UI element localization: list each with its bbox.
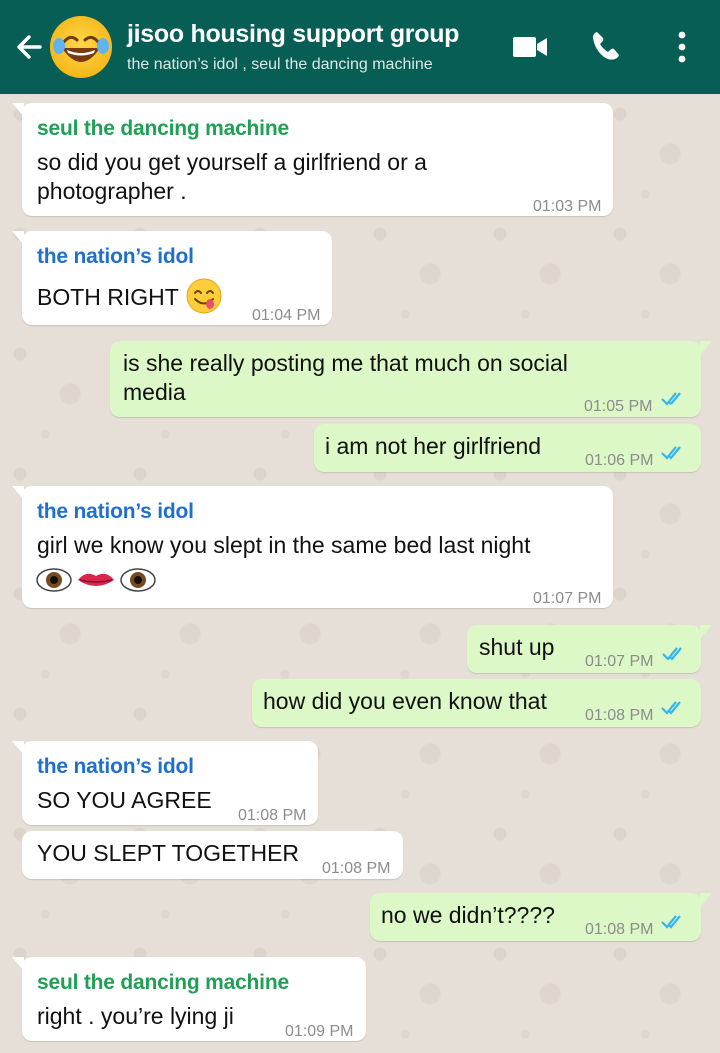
- message-timestamp: 01:08 PM: [585, 921, 654, 938]
- sender-name: the nation’s idol: [37, 245, 194, 268]
- phone-icon[interactable]: [590, 30, 622, 62]
- outgoing-message[interactable]: how did you even know that 01:08 PM: [252, 679, 701, 727]
- message-timestamp: 01:08 PM: [238, 807, 307, 824]
- outgoing-message[interactable]: shut up 01:07 PM: [467, 625, 712, 673]
- sender-name: seul the dancing machine: [37, 117, 289, 140]
- sender-name: the nation’s idol: [37, 755, 194, 778]
- message-text: YOU SLEPT TOGETHER: [37, 840, 300, 866]
- incoming-message[interactable]: the nation’s idol BOTH RIGHT 01:04 PM: [12, 231, 332, 325]
- message-text: no we didn’t????: [381, 902, 555, 928]
- back-arrow-icon[interactable]: [10, 28, 48, 66]
- sender-name: seul the dancing machine: [37, 971, 289, 994]
- message-text: how did you even know that: [263, 688, 547, 714]
- incoming-message[interactable]: seul the dancing machine so did you get …: [12, 103, 613, 216]
- message-text: right . you’re lying ji: [37, 1003, 234, 1029]
- message-timestamp: 01:04 PM: [252, 307, 321, 324]
- incoming-message[interactable]: YOU SLEPT TOGETHER 01:08 PM: [22, 831, 403, 879]
- incoming-message[interactable]: the nation’s idol SO YOU AGREE 01:08 PM: [12, 741, 318, 825]
- outgoing-message[interactable]: no we didn’t???? 01:08 PM: [370, 893, 712, 941]
- message-timestamp: 01:07 PM: [585, 653, 654, 670]
- outgoing-message[interactable]: i am not her girlfriend 01:06 PM: [314, 424, 701, 472]
- read-receipt-icon: [661, 390, 684, 406]
- chat-header: jisoo housing support group the nation’s…: [0, 0, 720, 94]
- message-timestamp: 01:07 PM: [533, 590, 602, 607]
- incoming-message[interactable]: seul the dancing machine right . you’re …: [12, 957, 366, 1041]
- message-timestamp: 01:09 PM: [285, 1023, 354, 1040]
- read-receipt-icon: [661, 446, 681, 460]
- laughing-face-emoji: [53, 35, 109, 62]
- message-timestamp: 01:03 PM: [533, 198, 602, 215]
- message-text: photographer .: [37, 178, 187, 204]
- message-timestamp: 01:06 PM: [585, 452, 654, 469]
- more-options-icon[interactable]: [676, 30, 688, 64]
- chat-participants[interactable]: the nation’s idol , seul the dancing mac…: [127, 56, 433, 74]
- read-receipt-icon: [661, 915, 681, 929]
- incoming-message[interactable]: the nation’s idol girl we know you slept…: [12, 486, 613, 608]
- message-text: girl we know you slept in the same bed l…: [37, 532, 531, 558]
- group-avatar[interactable]: [50, 16, 112, 78]
- outgoing-message[interactable]: is she really posting me that much on so…: [110, 341, 712, 417]
- message-timestamp: 01:08 PM: [585, 707, 654, 724]
- message-text: i am not her girlfriend: [325, 433, 542, 459]
- read-receipt-icon: [661, 701, 681, 715]
- sender-name: the nation’s idol: [37, 500, 194, 523]
- message-text: SO YOU AGREE: [37, 787, 212, 813]
- message-timestamp: 01:08 PM: [322, 860, 391, 877]
- message-text: media: [123, 379, 186, 405]
- message-text: shut up: [479, 634, 555, 660]
- message-text: BOTH RIGHT: [37, 284, 179, 310]
- chat-title[interactable]: jisoo housing support group: [127, 20, 459, 49]
- message-timestamp: 01:05 PM: [584, 398, 653, 415]
- message-text: so did you get yourself a girlfriend or …: [37, 149, 427, 175]
- yum-face-emoji: [186, 278, 222, 314]
- eye-lips-eye-emoji: [36, 568, 156, 592]
- message-text: is she really posting me that much on so…: [123, 350, 568, 376]
- read-receipt-icon: [662, 647, 682, 661]
- video-call-icon[interactable]: [512, 34, 548, 60]
